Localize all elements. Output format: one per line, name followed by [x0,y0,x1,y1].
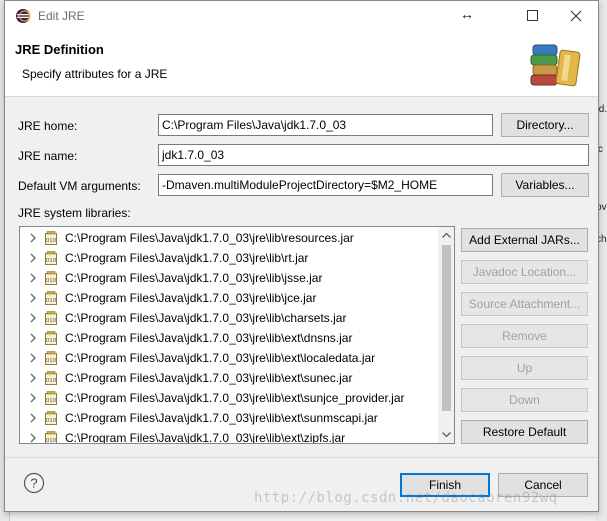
footer-divider [5,457,598,458]
library-item[interactable]: 010 C:\Program Files\Java\jdk1.7.0_03\jre… [20,368,440,388]
jre-home-label: JRE home: [18,119,78,133]
scroll-down-icon[interactable] [438,426,455,443]
jar-file-icon: 010 [45,271,57,285]
resize-cursor-icon: ↔ [460,6,474,22]
svg-text:010: 010 [46,318,57,324]
library-path: C:\Program Files\Java\jdk1.7.0_03\jre\li… [65,231,354,245]
library-item[interactable]: 010 C:\Program Files\Java\jdk1.7.0_03\jre… [20,388,440,408]
vm-arguments-label: Default VM arguments: [18,179,141,193]
javadoc-location-button[interactable]: Javadoc Location... [461,260,588,284]
maximize-icon [527,10,538,21]
svg-text:010: 010 [46,258,57,264]
jar-file-icon: 010 [45,231,57,245]
jar-file-icon: 010 [45,331,57,345]
expand-chevron-icon[interactable] [28,272,38,284]
library-path: C:\Program Files\Java\jdk1.7.0_03\jre\li… [65,391,405,405]
window-title: Edit JRE [38,9,85,23]
watermark: http://blog.csdn.net/daocaoren92wq [254,490,558,506]
jar-file-icon: 010 [45,311,57,325]
expand-chevron-icon[interactable] [28,352,38,364]
directory-button[interactable]: Directory... [501,113,589,137]
library-item[interactable]: 010 C:\Program Files\Java\jdk1.7.0_03\jre… [20,428,440,444]
jre-name-label: JRE name: [18,149,78,163]
add-external-jars-button[interactable]: Add External JARs... [461,228,588,252]
svg-text:010: 010 [46,418,57,424]
svg-text:010: 010 [46,278,57,284]
expand-chevron-icon[interactable] [28,412,38,424]
title-bar[interactable]: Edit JRE ↔ [5,1,598,31]
svg-text:010: 010 [46,338,57,344]
dialog-header: JRE Definition Specify attributes for a … [5,31,598,97]
jre-home-field[interactable]: C:\Program Files\Java\jdk1.7.0_03 [158,114,493,136]
library-path: C:\Program Files\Java\jdk1.7.0_03\jre\li… [65,331,353,345]
library-path: C:\Program Files\Java\jdk1.7.0_03\jre\li… [65,431,346,444]
library-path: C:\Program Files\Java\jdk1.7.0_03\jre\li… [65,291,317,305]
expand-chevron-icon[interactable] [28,232,38,244]
library-item[interactable]: 010 C:\Program Files\Java\jdk1.7.0_03\jre… [20,408,440,428]
jre-system-libraries-label: JRE system libraries: [18,206,131,220]
jar-file-icon: 010 [45,371,57,385]
restore-default-button[interactable]: Restore Default [461,420,588,444]
jar-file-icon: 010 [45,291,57,305]
library-item[interactable]: 010 C:\Program Files\Java\jdk1.7.0_03\jre… [20,268,440,288]
scroll-up-icon[interactable] [438,227,455,244]
library-tree[interactable]: 010 C:\Program Files\Java\jdk1.7.0_03\jre… [19,226,455,444]
vertical-scrollbar[interactable] [438,227,455,443]
library-path: C:\Program Files\Java\jdk1.7.0_03\jre\li… [65,371,353,385]
variables-button[interactable]: Variables... [501,173,589,197]
maximize-button[interactable] [510,1,554,31]
library-item[interactable]: 010 C:\Program Files\Java\jdk1.7.0_03\jre… [20,228,440,248]
svg-text:010: 010 [46,398,57,404]
library-path: C:\Program Files\Java\jdk1.7.0_03\jre\li… [65,411,378,425]
help-icon[interactable]: ? [23,472,45,494]
svg-text:010: 010 [46,358,57,364]
library-item[interactable]: 010 C:\Program Files\Java\jdk1.7.0_03\jre… [20,348,440,368]
jar-file-icon: 010 [45,411,57,425]
vm-arguments-field[interactable]: -Dmaven.multiModuleProjectDirectory=$M2_… [158,174,493,196]
remove-button[interactable]: Remove [461,324,588,348]
eclipse-icon [16,9,31,23]
expand-chevron-icon[interactable] [28,312,38,324]
svg-text:?: ? [30,476,37,491]
close-icon [570,10,582,22]
library-item[interactable]: 010 C:\Program Files\Java\jdk1.7.0_03\jre… [20,308,440,328]
source-attachment-button[interactable]: Source Attachment... [461,292,588,316]
expand-chevron-icon[interactable] [28,392,38,404]
header-description: Specify attributes for a JRE [22,67,168,81]
library-item[interactable]: 010 C:\Program Files\Java\jdk1.7.0_03\jre… [20,248,440,268]
jar-file-icon: 010 [45,251,57,265]
jar-file-icon: 010 [45,431,57,444]
svg-text:010: 010 [46,298,57,304]
expand-chevron-icon[interactable] [28,292,38,304]
scroll-thumb[interactable] [442,245,451,411]
svg-text:010: 010 [46,438,57,444]
jre-name-field[interactable]: jdk1.7.0_03 [158,144,589,166]
library-item[interactable]: 010 C:\Program Files\Java\jdk1.7.0_03\jre… [20,328,440,348]
expand-chevron-icon[interactable] [28,372,38,384]
header-title: JRE Definition [15,42,104,57]
library-item[interactable]: 010 C:\Program Files\Java\jdk1.7.0_03\jre… [20,288,440,308]
edit-jre-dialog: Edit JRE ↔ JRE Definition Specify attrib… [4,0,599,512]
expand-chevron-icon[interactable] [28,432,38,444]
expand-chevron-icon[interactable] [28,332,38,344]
library-path: C:\Program Files\Java\jdk1.7.0_03\jre\li… [65,311,347,325]
up-button[interactable]: Up [461,356,588,380]
close-button[interactable] [554,1,598,31]
library-path: C:\Program Files\Java\jdk1.7.0_03\jre\li… [65,351,376,365]
svg-text:010: 010 [46,238,57,244]
library-books-icon [530,44,581,87]
down-button[interactable]: Down [461,388,588,412]
svg-text:010: 010 [46,378,57,384]
library-path: C:\Program Files\Java\jdk1.7.0_03\jre\li… [65,251,309,265]
jar-file-icon: 010 [45,391,57,405]
expand-chevron-icon[interactable] [28,252,38,264]
library-path: C:\Program Files\Java\jdk1.7.0_03\jre\li… [65,271,323,285]
jar-file-icon: 010 [45,351,57,365]
